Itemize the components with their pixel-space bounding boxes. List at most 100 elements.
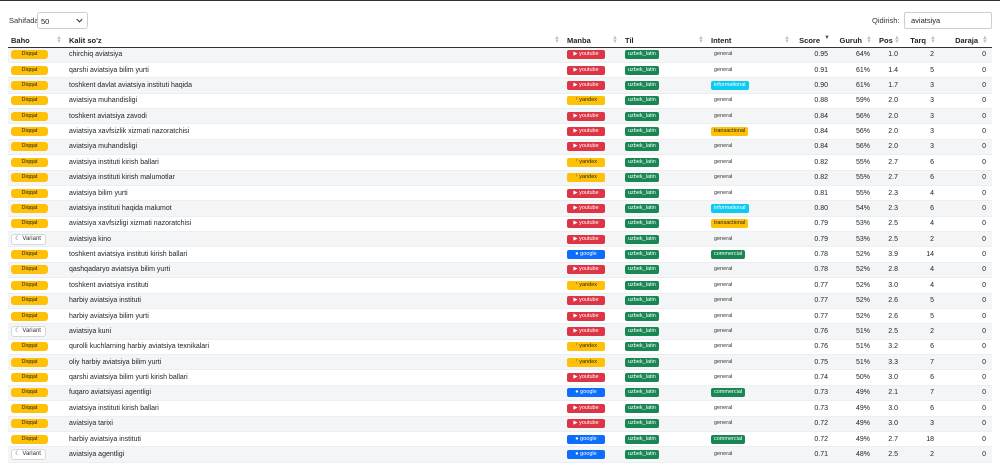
source-badge: ▶ youtube	[567, 50, 605, 60]
table-row[interactable]: Diqqat qurolli kuchlarning harbiy aviatsi…	[8, 339, 992, 356]
guruh-cell: 51%	[834, 354, 876, 371]
daraja-cell: 0	[940, 154, 992, 171]
column-header[interactable]: Manba ▲ ▼	[564, 34, 622, 48]
source-cell: ⸃ yandex	[564, 170, 622, 186]
table-row[interactable]: ☾ Variant aviatsiya agentligi ● google uzbek…	[8, 446, 992, 463]
table-row[interactable]: Diqqat fuqaro aviatsiyasi agentligi ● goog…	[8, 385, 992, 402]
source-label: youtube	[579, 327, 599, 334]
column-header[interactable]: Baho ▲ ▼	[8, 34, 66, 48]
guruh-cell: 59%	[834, 93, 876, 110]
variant-label: Variant	[22, 235, 41, 242]
lang-cell: uzbek_latin	[622, 154, 708, 171]
table-row[interactable]: Diqqat toshkent aviatsiya instituti ⸃ yand…	[8, 277, 992, 294]
diqqat-badge: Diqqat	[11, 280, 48, 290]
sort-icon: ▲ ▼	[698, 35, 704, 45]
table-row[interactable]: Diqqat aviatsiya muhandisligi ⸃ yandex uzbe…	[8, 93, 992, 110]
baho-cell: Diqqat	[8, 185, 66, 202]
column-header-label: Pos	[879, 35, 893, 45]
column-header[interactable]: Intent ▲ ▼	[708, 34, 794, 48]
table-row[interactable]: Diqqat chirchiq aviatsiya ▶ youtube uzbek_l…	[8, 47, 992, 63]
search-input[interactable]	[904, 12, 992, 29]
table-row[interactable]: Diqqat aviatsiya xavfsizligi xizmati nazo…	[8, 216, 992, 233]
table-row[interactable]: Diqqat aviatsiya instituti haqida malumot…	[8, 200, 992, 217]
column-header[interactable]: Daraja ▲ ▼	[940, 34, 992, 48]
table-row[interactable]: Diqqat aviatsiya muhandisligi ▶ youtube uzb…	[8, 139, 992, 156]
score-cell: 0.78	[794, 246, 834, 263]
sort-icon: ▲ ▼	[930, 35, 936, 45]
table-row[interactable]: ☾ Variant aviatsiya kino ▶ youtube uzbek_lat…	[8, 231, 992, 248]
intent-badge: general	[714, 266, 733, 273]
table-row[interactable]: Diqqat aviatsiya instituti kirish ballari…	[8, 400, 992, 417]
pos-cell: 2.0	[876, 139, 904, 156]
column-header[interactable]: Guruh ▲ ▼	[834, 34, 876, 48]
table-row[interactable]: Diqqat toshkent aviatsiya zavodi ▶ youtube…	[8, 108, 992, 125]
intent-badge: general	[714, 327, 733, 334]
baho-cell: Diqqat	[8, 385, 66, 402]
sort-icon: ▲ ▼	[866, 35, 872, 45]
intent-cell: general	[708, 354, 794, 371]
page-length-select[interactable]: 50	[37, 12, 88, 29]
diqqat-badge: Diqqat	[11, 373, 48, 383]
source-badge: ● google	[567, 388, 605, 398]
table-row[interactable]: Diqqat harbiy aviatsiya instituti ● google…	[8, 431, 992, 448]
source-cell: ▶ youtube	[564, 62, 622, 79]
daraja-cell: 0	[940, 246, 992, 263]
pos-cell: 2.8	[876, 262, 904, 279]
table-row[interactable]: Diqqat harbiy aviatsiya instituti ▶ youtub…	[8, 293, 992, 309]
table-row[interactable]: Diqqat qarshi aviatsiya bilim yurti kiris…	[8, 369, 992, 386]
keyword-text: aviatsiya xavfsizlik xizmati nazoratchis…	[69, 128, 190, 136]
table-row[interactable]: Diqqat harbiy aviatsiya bilim yurti ▶ yout…	[8, 308, 992, 325]
column-header[interactable]: Score ▼	[794, 34, 834, 48]
score-cell: 0.90	[794, 77, 834, 94]
keyword-text: aviatsiya instituti kirish malumotlar	[69, 174, 175, 182]
source-cell: ▶ youtube	[564, 323, 622, 340]
sort-icon: ▲ ▼	[894, 35, 900, 45]
table-row[interactable]: Diqqat toshkent davlat aviatsiya institut…	[8, 77, 992, 94]
table-row[interactable]: ☾ Variant aviatsiya kuni ▶ youtube uzbek_lat…	[8, 323, 992, 340]
table-row[interactable]: Diqqat aviatsiya instituti kirish ballari…	[8, 154, 992, 171]
intent-cell: informational	[708, 200, 794, 217]
diqqat-badge: Diqqat	[11, 65, 48, 75]
guruh-cell: 53%	[834, 231, 876, 248]
source-cell: ▶ youtube	[564, 400, 622, 417]
keyword-text: harbiy aviatsiya bilim yurti	[69, 312, 149, 320]
intent-badge: general	[714, 374, 733, 381]
table-row[interactable]: Diqqat qarshi aviatsiya bilim yurti ▶ yout…	[8, 62, 992, 79]
score-cell: 0.91	[794, 62, 834, 79]
language-badge: uzbek_latin	[625, 111, 659, 121]
table-row[interactable]: Diqqat aviatsiya instituti kirish malumot…	[8, 170, 992, 186]
table-row[interactable]: Diqqat toshkent aviatsiya instituti kiris…	[8, 246, 992, 263]
diqqat-badge: Diqqat	[11, 250, 48, 260]
keyword-text: toshkent aviatsiya instituti kirish ball…	[69, 251, 188, 259]
source-badge: ▶ youtube	[567, 203, 605, 213]
intent-cell: commercial	[708, 385, 794, 402]
table-header: Baho ▲ ▼ Kalit so'z ▲ ▼ Manba ▲ ▼ Til ▲ ▼ Intent ▲ ▼ Sc…	[8, 34, 992, 48]
source-cell: ▶ youtube	[564, 216, 622, 233]
guruh-cell: 56%	[834, 139, 876, 156]
tarq-cell: 2	[904, 47, 940, 63]
keyword-text: aviatsiya xavfsizligi xizmati nazoratchi…	[69, 220, 192, 228]
lang-cell: uzbek_latin	[622, 277, 708, 294]
baho-cell: Diqqat	[8, 47, 66, 63]
intent-badge: general	[714, 143, 733, 150]
table-row[interactable]: Diqqat aviatsiya xavfsizlik xizmati nazor…	[8, 123, 992, 140]
table-row[interactable]: Diqqat oliy harbiy aviatsiya bilim yurti ⸃…	[8, 354, 992, 371]
daraja-cell: 0	[940, 431, 992, 448]
column-header[interactable]: Pos ▲ ▼	[876, 34, 904, 48]
column-header-label: Daraja	[955, 35, 978, 45]
source-label: yandex	[579, 174, 598, 181]
tarq-cell: 4	[904, 185, 940, 202]
column-header[interactable]: Kalit so'z ▲ ▼	[66, 34, 564, 48]
column-header[interactable]: Til ▲ ▼	[622, 34, 708, 48]
moon-icon: ☾	[15, 450, 21, 457]
table-row[interactable]: Diqqat aviatsiya tarixi ▶ youtube uzbek_lat…	[8, 416, 992, 432]
intent-badge: commercial	[711, 434, 746, 444]
keyword-cell: chirchiq aviatsiya	[66, 47, 564, 63]
column-header[interactable]: Tarq ▲ ▼	[904, 34, 940, 48]
table-row[interactable]: Diqqat aviatsiya bilim yurti ▶ youtube uzbe…	[8, 185, 992, 202]
table-row[interactable]: Diqqat qashqadaryo aviatsiya bilim yurti ▶…	[8, 262, 992, 279]
source-label: yandex	[579, 343, 598, 350]
intent-badge: general	[714, 343, 733, 350]
daraja-cell: 0	[940, 385, 992, 402]
source-cell: ▶ youtube	[564, 108, 622, 125]
